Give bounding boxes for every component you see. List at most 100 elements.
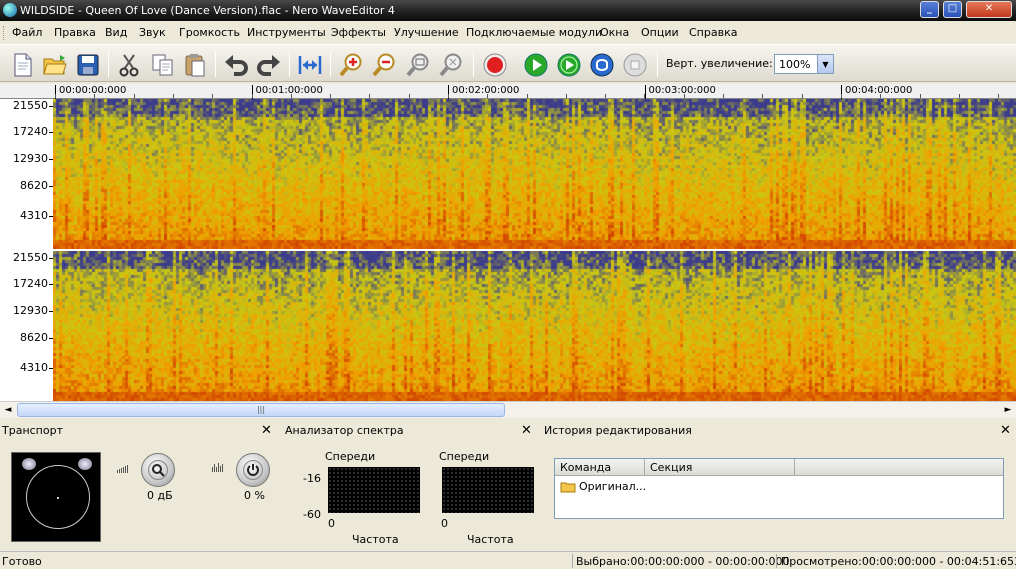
fit-width-icon[interactable] bbox=[295, 50, 325, 80]
toolbar-separator bbox=[473, 51, 474, 77]
jog-wheel[interactable] bbox=[11, 452, 101, 542]
toolbar-separator bbox=[657, 51, 658, 77]
chevron-down-icon[interactable]: ▼ bbox=[817, 55, 833, 73]
ruler-tick bbox=[527, 94, 528, 98]
zoom-out-icon[interactable] bbox=[369, 50, 399, 80]
ruler-tick bbox=[55, 94, 56, 98]
menu-edit[interactable]: Правка bbox=[54, 26, 96, 39]
frequency-label: 8620 bbox=[20, 179, 48, 192]
ruler-tick bbox=[762, 94, 763, 98]
scroll-thumb[interactable]: ||| bbox=[17, 403, 505, 417]
app-icon bbox=[3, 3, 17, 17]
pitch-value: 0 % bbox=[244, 489, 265, 502]
menu-grip bbox=[3, 26, 6, 40]
scroll-left-icon[interactable]: ◄ bbox=[0, 402, 16, 418]
redo-icon[interactable] bbox=[254, 50, 284, 80]
turntable-knob-right bbox=[78, 458, 92, 470]
stop-icon[interactable] bbox=[620, 50, 650, 80]
new-icon[interactable] bbox=[8, 50, 38, 80]
ruler-tick bbox=[802, 94, 803, 98]
volume-level-icon bbox=[117, 465, 128, 473]
status-separator bbox=[572, 554, 573, 568]
time-ruler[interactable]: 00:00:00:000 00:01:00:000 00:02:00:000 00:0… bbox=[0, 84, 1016, 99]
pitch-knob[interactable] bbox=[236, 453, 270, 487]
toolbar: Верт. увеличение: 100% ▼ bbox=[0, 44, 1016, 82]
frequency-label: 12930 bbox=[13, 304, 48, 317]
paste-icon[interactable] bbox=[180, 50, 210, 80]
minimize-button[interactable]: _ bbox=[920, 1, 939, 18]
frequency-label: 21550 bbox=[13, 99, 48, 112]
status-selected: Выбрано:00:00:00:000 - 00:00:00:000 bbox=[576, 555, 790, 568]
scroll-right-icon[interactable]: ► bbox=[1000, 402, 1016, 418]
ruler-label: 00:00:00:000 bbox=[55, 85, 126, 99]
loop-icon[interactable] bbox=[587, 50, 617, 80]
ruler-tick bbox=[369, 94, 370, 98]
window-title: WILDSIDE - Queen Of Love (Dance Version)… bbox=[20, 4, 395, 17]
zoom-all-icon[interactable] bbox=[436, 50, 466, 80]
frequency-label: 12930 bbox=[13, 152, 48, 165]
zoom-in-icon[interactable] bbox=[336, 50, 366, 80]
history-row[interactable]: Оригинал... bbox=[560, 480, 646, 493]
menu-options[interactable]: Опции bbox=[641, 26, 679, 39]
spectrogram-right-channel[interactable] bbox=[53, 251, 1016, 401]
menu-tools[interactable]: Инструменты bbox=[247, 26, 326, 39]
ruler-tick bbox=[998, 94, 999, 98]
toolbar-separator bbox=[289, 51, 290, 77]
ruler-tick bbox=[880, 94, 881, 98]
zoom-selection-icon[interactable] bbox=[403, 50, 433, 80]
menu-plugins[interactable]: Подключаемые модули bbox=[466, 26, 602, 39]
spectrum-y-top: -16 bbox=[303, 472, 321, 485]
menu-windows[interactable]: Окна bbox=[600, 26, 629, 39]
transport-close-icon[interactable]: ✕ bbox=[261, 423, 272, 438]
close-button[interactable]: ✕ bbox=[966, 1, 1012, 18]
spectrum-left-x-zero: 0 bbox=[328, 517, 335, 530]
maximize-button[interactable]: □ bbox=[943, 1, 962, 18]
status-viewed: Просмотрено:00:00:00:000 - 00:04:51:653 bbox=[781, 555, 1016, 568]
ruler-tick bbox=[409, 94, 410, 98]
frequency-label: 21550 bbox=[13, 251, 48, 264]
vertical-zoom-value: 100% bbox=[779, 58, 811, 71]
volume-value: 0 дБ bbox=[147, 489, 173, 502]
turntable-knob-left bbox=[22, 458, 36, 470]
ruler-label: 00:03:00:000 bbox=[644, 85, 716, 99]
menu-enhance[interactable]: Улучшение bbox=[394, 26, 459, 39]
spectrum-y-bottom: -60 bbox=[303, 508, 321, 521]
menu-volume[interactable]: Громкость bbox=[179, 26, 240, 39]
copy-icon[interactable] bbox=[148, 50, 178, 80]
ruler-tick bbox=[605, 94, 606, 98]
menu-file[interactable]: Файл bbox=[12, 26, 42, 39]
record-icon[interactable] bbox=[480, 50, 510, 80]
spectrum-meter-right bbox=[442, 467, 534, 513]
menu-help[interactable]: Справка bbox=[689, 26, 737, 39]
save-icon[interactable] bbox=[73, 50, 103, 80]
spectrum-right-label: Спереди bbox=[439, 450, 490, 463]
history-col-section[interactable]: Секция bbox=[645, 459, 795, 476]
spectrogram-left-channel[interactable] bbox=[53, 99, 1016, 249]
frequency-label: 4310 bbox=[20, 209, 48, 222]
spectrum-close-icon[interactable]: ✕ bbox=[521, 423, 532, 438]
menu-effects[interactable]: Эффекты bbox=[331, 26, 386, 39]
volume-knob[interactable] bbox=[141, 453, 175, 487]
menu-view[interactable]: Вид bbox=[105, 26, 127, 39]
open-icon[interactable] bbox=[40, 50, 70, 80]
vertical-zoom-select[interactable]: 100% ▼ bbox=[774, 54, 834, 74]
history-close-icon[interactable]: ✕ bbox=[1000, 423, 1011, 438]
platter-center bbox=[57, 497, 59, 499]
history-col-command[interactable]: Команда bbox=[555, 459, 645, 476]
transport-panel-title: Транспорт bbox=[2, 424, 63, 437]
play-icon[interactable] bbox=[521, 50, 551, 80]
ruler-tick bbox=[448, 94, 449, 98]
spectrum-meter-left bbox=[328, 467, 420, 513]
horizontal-scrollbar[interactable]: ◄ ||| ► bbox=[0, 401, 1016, 418]
undo-icon[interactable] bbox=[221, 50, 251, 80]
history-table[interactable]: Команда Секция Оригинал... bbox=[554, 458, 1004, 519]
ruler-tick bbox=[487, 94, 488, 98]
ruler-tick bbox=[212, 94, 213, 98]
menu-sound[interactable]: Звук bbox=[139, 26, 166, 39]
cut-icon[interactable] bbox=[114, 50, 144, 80]
status-bar: Готово Выбрано:00:00:00:000 - 00:00:00:0… bbox=[0, 551, 1016, 569]
play-selection-icon[interactable] bbox=[554, 50, 584, 80]
ruler-tick bbox=[841, 94, 842, 98]
folder-icon bbox=[560, 482, 576, 492]
ruler-tick bbox=[684, 94, 685, 98]
